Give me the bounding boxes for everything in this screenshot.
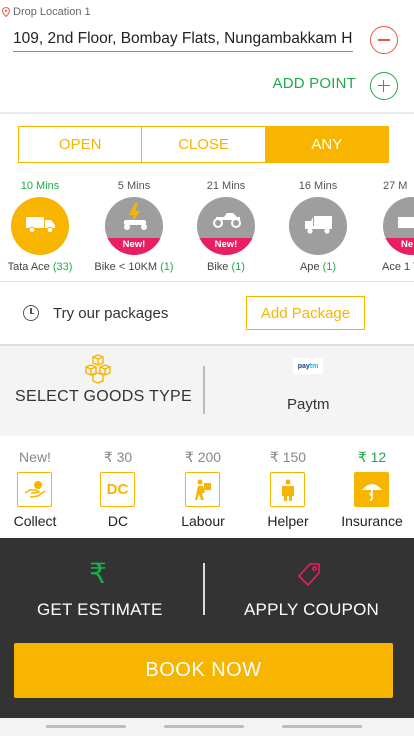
umbrella-icon: ₹ [354, 472, 389, 507]
packages-row: Try our packages Add Package [0, 282, 414, 344]
apply-coupon-button[interactable]: APPLY COUPON [210, 538, 414, 633]
add-point-button[interactable] [370, 72, 398, 100]
vehicle-name-text: Bike [207, 261, 229, 273]
helper-icon [270, 472, 305, 507]
new-badge: New! [105, 238, 163, 255]
payment-method-label: Paytm [287, 396, 330, 413]
add-package-button[interactable]: Add Package [246, 296, 365, 330]
vehicle-bike-short[interactable]: 5 Mins New! Bike < 10KM (1) [89, 178, 179, 278]
services-row: New! Collect ₹ 30 DC DC ₹ 200 Labour ₹ 1… [0, 436, 414, 538]
rupee-icon: ₹ [89, 558, 107, 589]
vehicle-name-text: Tata Ace [7, 261, 50, 273]
drop-location-label-row: Drop Location 1 [2, 6, 91, 18]
apply-coupon-label: APPLY COUPON [244, 600, 379, 619]
filter-close[interactable]: CLOSE [142, 127, 266, 162]
vehicle-carousel: 10 Mins Tata Ace (33) 5 Mins New! Bike <… [0, 178, 414, 278]
drop-location-label: Drop Location 1 [13, 6, 91, 18]
vehicle-ace-1t[interactable]: 27 M Ne Ace 1 T [367, 178, 414, 278]
vehicle-count: (1) [322, 261, 337, 273]
paytm-logo-text-b: tm [309, 362, 319, 370]
vehicle-circle [289, 197, 347, 255]
paytm-logo-text-a: pay [297, 362, 310, 370]
vehicle-eta: 21 Mins [206, 180, 246, 192]
goods-payment-section: SELECT GOODS TYPE pay tm Paytm [0, 346, 414, 436]
filter-any[interactable]: ANY [265, 127, 388, 162]
service-collect[interactable]: New! Collect [0, 436, 75, 538]
truck-icon [26, 217, 55, 234]
vehicle-eta: 10 Mins [20, 180, 60, 192]
vehicle-ape[interactable]: 16 Mins Ape (1) [273, 178, 363, 278]
location-pin-icon [2, 7, 10, 17]
vehicle-tata-ace[interactable]: 10 Mins Tata Ace (33) [0, 178, 85, 278]
service-price: ₹ 200 [184, 449, 222, 465]
packages-text: Try our packages [53, 305, 169, 322]
vehicle-name-text: Bike < 10KM [94, 261, 158, 273]
booking-screen: Drop Location 1 ADD POINT OPEN CLOSE ANY… [0, 0, 414, 736]
vehicle-eta: 5 Mins [117, 180, 151, 192]
get-estimate-button[interactable]: ₹ GET ESTIMATE [0, 538, 200, 633]
service-labour[interactable]: ₹ 200 Labour [163, 436, 243, 538]
add-point-link[interactable]: ADD POINT [273, 75, 356, 92]
nav-handle[interactable] [164, 725, 244, 728]
time-filter-segmented: OPEN CLOSE ANY [18, 126, 389, 163]
bike-icon [213, 213, 241, 228]
vehicle-count: (1) [231, 261, 245, 273]
nav-handle[interactable] [46, 725, 126, 728]
service-insurance[interactable]: ₹ 12 ₹ Insurance [332, 436, 412, 538]
vehicle-name: Ace 1 T [382, 261, 414, 273]
divider [203, 366, 205, 414]
select-goods-type-label: SELECT GOODS TYPE [15, 388, 193, 405]
tag-icon [298, 563, 320, 586]
payment-method-button[interactable]: pay tm Paytm [210, 346, 414, 436]
vehicle-eta: 27 M [383, 180, 408, 192]
vehicle-count: (33) [52, 261, 73, 273]
vehicle-bike[interactable]: 21 Mins New! Bike (1) [181, 178, 271, 278]
vehicle-name-text: Ace 1 T [382, 261, 414, 273]
truck-icon [398, 217, 414, 228]
drop-location-section: Drop Location 1 ADD POINT [0, 0, 414, 112]
service-dc[interactable]: ₹ 30 DC DC [78, 436, 158, 538]
divider [0, 112, 414, 114]
filter-open[interactable]: OPEN [19, 127, 143, 162]
vehicle-circle: Ne [383, 197, 414, 255]
service-price: ₹ 12 [357, 449, 387, 465]
divider [203, 563, 205, 615]
ape-icon [305, 216, 332, 234]
vehicle-eta: 16 Mins [298, 180, 338, 192]
dc-icon: DC [100, 472, 135, 507]
system-nav-bar [0, 718, 414, 736]
cash-hand-icon [17, 472, 52, 507]
service-label: Insurance [341, 513, 403, 529]
service-price: ₹ 150 [269, 449, 307, 465]
bike-lightning-icon [124, 203, 147, 230]
action-panel: ₹ GET ESTIMATE APPLY COUPON BOOK NOW [0, 538, 414, 718]
remove-drop-button[interactable] [370, 26, 398, 54]
get-estimate-label: GET ESTIMATE [37, 600, 163, 619]
vehicle-circle [11, 197, 69, 255]
boxes-icon [85, 354, 111, 384]
service-price: New! [19, 449, 51, 465]
select-goods-type-button[interactable]: SELECT GOODS TYPE [0, 346, 200, 436]
nav-handle[interactable] [282, 725, 362, 728]
vehicle-circle: New! [105, 197, 163, 255]
drop-address-input[interactable] [13, 26, 353, 52]
svg-text:₹: ₹ [369, 492, 373, 499]
book-now-button[interactable]: BOOK NOW [14, 643, 393, 698]
new-badge: New! [197, 238, 255, 255]
service-helper[interactable]: ₹ 150 Helper [248, 436, 328, 538]
service-price: ₹ 30 [103, 449, 133, 465]
new-badge: Ne [383, 238, 414, 255]
paytm-logo-icon: pay tm [293, 358, 323, 374]
labour-icon [185, 472, 220, 507]
vehicle-name-text: Ape [299, 261, 320, 273]
vehicle-circle: New! [197, 197, 255, 255]
vehicle-name: Ape (1) [263, 261, 373, 273]
clock-icon [23, 305, 39, 321]
